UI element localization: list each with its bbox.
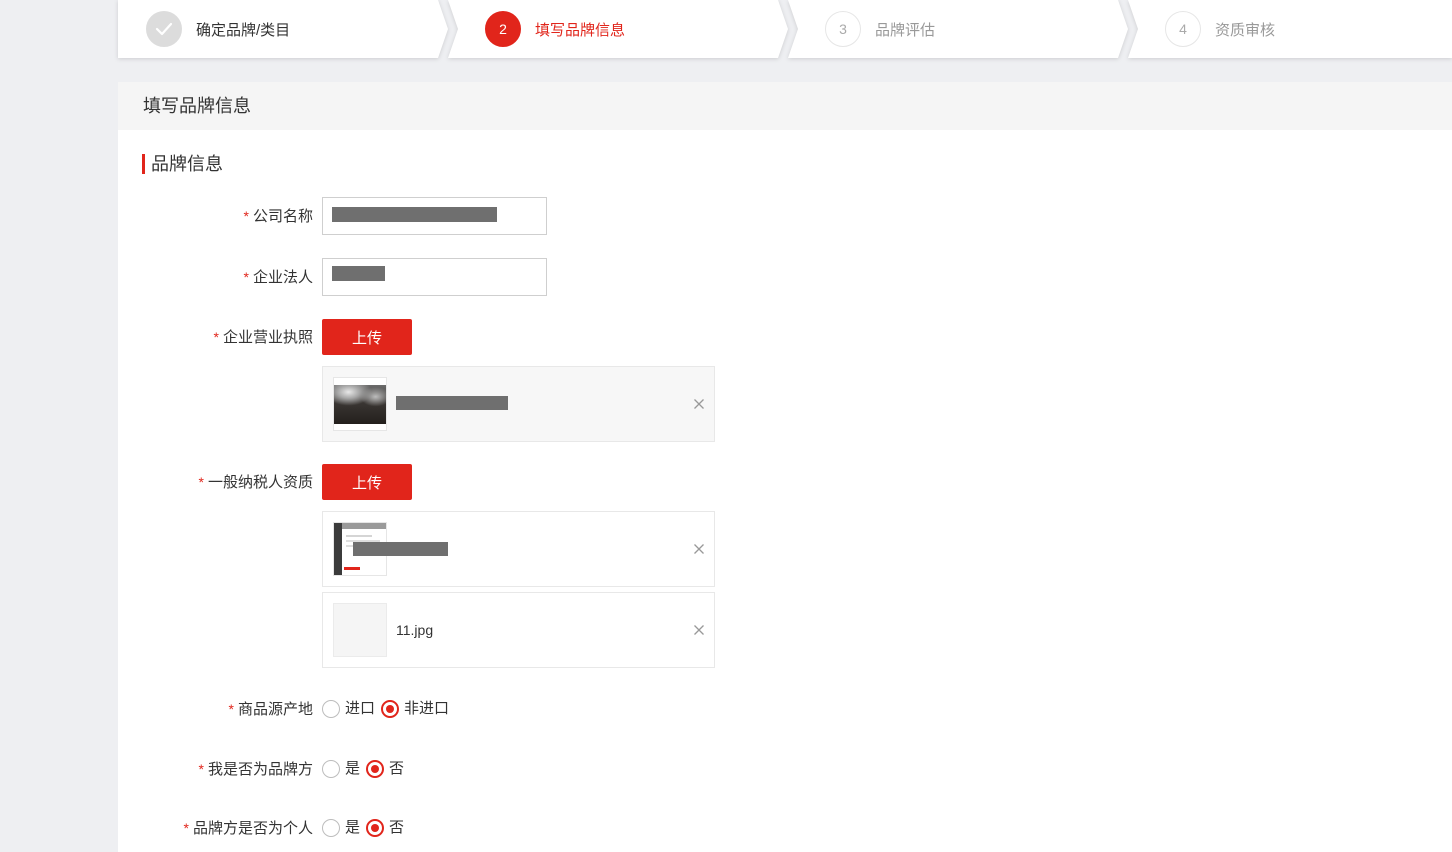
section-title: 品牌信息 <box>142 154 223 174</box>
company-name-label-text: 公司名称 <box>252 208 313 225</box>
file-name: 11.jpg <box>396 622 434 638</box>
remove-file-button[interactable] <box>693 624 705 636</box>
radio-label: 否 <box>389 760 405 777</box>
radio-button[interactable] <box>366 760 385 778</box>
is-brand-owner-label-text: 我是否为品牌方 <box>207 761 313 778</box>
required-mark: * <box>213 329 219 345</box>
step-number: 4 <box>1165 11 1201 47</box>
company-name-input-wrap <box>322 197 547 235</box>
radio-label: 是 <box>345 760 361 777</box>
close-icon <box>694 399 704 409</box>
step-label: 填写品牌信息 <box>535 21 626 39</box>
redaction-bar <box>332 207 497 222</box>
step-label: 品牌评估 <box>875 21 936 39</box>
redaction-bar <box>396 396 508 410</box>
required-mark: * <box>198 761 204 777</box>
taxpayer-qualification-upload-button[interactable]: 上传 <box>322 464 412 500</box>
radio-non-import[interactable]: 非进口 <box>381 699 449 719</box>
legal-person-label: * 企业法人 <box>118 258 313 297</box>
step-label: 资质审核 <box>1215 21 1276 39</box>
progress-steps: 确定品牌/类目 2 填写品牌信息 3 品牌评估 4 资质审核 <box>118 0 1452 58</box>
business-license-label-text: 企业营业执照 <box>222 329 313 346</box>
is-brand-owner-row: * 我是否为品牌方 是 否 <box>118 759 410 780</box>
step-confirm-brand-category: 确定品牌/类目 <box>118 0 448 58</box>
close-icon <box>694 544 704 554</box>
step-brand-evaluation: 3 品牌评估 <box>788 0 1128 58</box>
file-item <box>322 366 715 442</box>
brand-owner-individual-row: * 品牌方是否为个人 是 否 <box>118 818 410 839</box>
file-item <box>322 511 715 587</box>
redaction-bar <box>353 542 448 556</box>
radio-label: 进口 <box>345 700 376 717</box>
required-mark: * <box>243 208 249 224</box>
step-number: 3 <box>825 11 861 47</box>
radio-button[interactable] <box>322 819 340 837</box>
legal-person-row: * 企业法人 <box>118 258 547 297</box>
brand-owner-individual-radio-group: 是 否 <box>322 818 410 838</box>
brand-owner-individual-label: * 品牌方是否为个人 <box>118 818 313 839</box>
product-origin-radio-group: 进口 非进口 <box>322 699 455 719</box>
business-license-field: 上传 <box>322 319 715 442</box>
radio-button[interactable] <box>381 700 400 718</box>
radio-yes[interactable]: 是 <box>322 818 360 838</box>
legal-person-field <box>322 258 547 296</box>
taxpayer-qualification-label: * 一般纳税人资质 <box>118 464 313 501</box>
taxpayer-qualification-file-list: 11.jpg <box>322 511 715 668</box>
radio-button[interactable] <box>322 700 340 718</box>
radio-import[interactable]: 进口 <box>322 699 375 719</box>
taxpayer-qualification-field: 上传 11.jpg <box>322 464 715 668</box>
required-mark: * <box>198 474 204 490</box>
company-name-row: * 公司名称 <box>118 197 547 236</box>
form-panel: 品牌信息 * 公司名称 * 企业法人 * 企业营业执照 上传 * 一般纳税人资质… <box>118 130 1452 852</box>
remove-file-button[interactable] <box>693 398 705 410</box>
file-thumbnail[interactable] <box>333 377 387 431</box>
required-mark: * <box>228 701 234 717</box>
radio-label: 非进口 <box>404 700 450 717</box>
business-license-row: * 企业营业执照 上传 <box>118 319 715 442</box>
radio-label: 否 <box>389 819 405 836</box>
legal-person-label-text: 企业法人 <box>252 269 313 286</box>
company-name-label: * 公司名称 <box>118 197 313 236</box>
redaction-bar <box>332 266 385 281</box>
business-license-file-list <box>322 366 715 442</box>
brand-owner-individual-label-text: 品牌方是否为个人 <box>192 820 313 837</box>
product-origin-label-text: 商品源产地 <box>237 701 313 718</box>
close-icon <box>694 625 704 635</box>
required-mark: * <box>183 820 189 836</box>
business-license-label: * 企业营业执照 <box>118 319 313 356</box>
check-icon <box>155 22 173 36</box>
step-number: 2 <box>485 11 521 47</box>
company-name-field <box>322 197 547 235</box>
is-brand-owner-label: * 我是否为品牌方 <box>118 759 313 780</box>
radio-button[interactable] <box>322 760 340 778</box>
radio-label: 是 <box>345 819 361 836</box>
file-thumbnail[interactable] <box>333 603 387 657</box>
file-item: 11.jpg <box>322 592 715 668</box>
taxpayer-qualification-label-text: 一般纳税人资质 <box>207 474 313 491</box>
legal-person-input-wrap <box>322 258 547 296</box>
remove-file-button[interactable] <box>693 543 705 555</box>
product-origin-row: * 商品源产地 进口 非进口 <box>118 699 455 720</box>
step-label: 确定品牌/类目 <box>196 21 291 39</box>
panel-title: 填写品牌信息 <box>118 82 1452 130</box>
is-brand-owner-radio-group: 是 否 <box>322 759 410 779</box>
product-origin-label: * 商品源产地 <box>118 699 313 720</box>
radio-button[interactable] <box>366 819 385 837</box>
step-done-circle <box>146 11 182 47</box>
taxpayer-qualification-row: * 一般纳税人资质 上传 11.jpg <box>118 464 715 668</box>
step-qualification-review: 4 资质审核 <box>1128 0 1452 58</box>
photo-image <box>334 385 386 424</box>
radio-yes[interactable]: 是 <box>322 759 360 779</box>
radio-no[interactable]: 否 <box>366 759 404 779</box>
radio-no[interactable]: 否 <box>366 818 404 838</box>
step-fill-brand-info: 2 填写品牌信息 <box>448 0 788 58</box>
business-license-upload-button[interactable]: 上传 <box>322 319 412 355</box>
required-mark: * <box>243 269 249 285</box>
